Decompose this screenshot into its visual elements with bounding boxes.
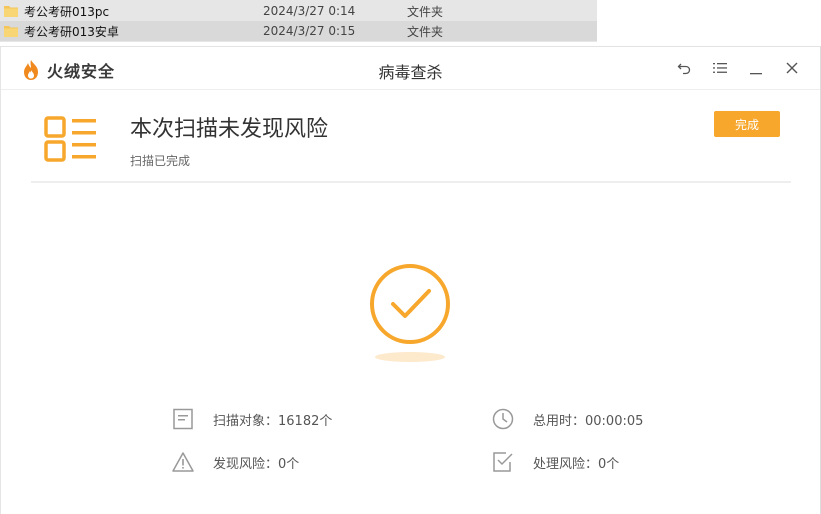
explorer-row[interactable]: 考公考研013安卓 2024/3/27 0:15 文件夹 bbox=[0, 21, 597, 41]
menu-button[interactable] bbox=[710, 58, 730, 78]
risks-handled-text: 处理风险：0个 bbox=[533, 456, 620, 472]
stat-risks-handled: 处理风险：0个 bbox=[492, 451, 619, 473]
explorer-file-name: 考公考研013pc bbox=[24, 4, 110, 19]
clock-icon bbox=[492, 408, 514, 430]
divider bbox=[31, 181, 791, 183]
menu-icon bbox=[713, 63, 727, 73]
folder-icon bbox=[4, 26, 18, 37]
explorer-file-date: 2024/3/27 0:14 bbox=[263, 4, 356, 18]
warning-icon bbox=[172, 452, 194, 472]
explorer-file-type: 文件夹 bbox=[407, 24, 444, 39]
stat-scan-objects: 扫描对象：16182个 bbox=[172, 408, 332, 430]
minimize-icon bbox=[750, 73, 762, 75]
total-time-text: 总用时：00:00:05 bbox=[533, 413, 644, 429]
back-icon bbox=[677, 63, 691, 75]
close-icon bbox=[786, 62, 798, 74]
result-subtitle: 扫描已完成 bbox=[130, 154, 191, 168]
explorer-file-name: 考公考研013安卓 bbox=[24, 24, 119, 39]
document-icon bbox=[173, 408, 193, 430]
title-bar[interactable]: 火绒安全 病毒查杀 bbox=[1, 47, 820, 90]
folder-icon bbox=[4, 6, 18, 17]
close-button[interactable] bbox=[782, 58, 802, 78]
stat-total-time: 总用时：00:00:05 bbox=[492, 408, 643, 430]
explorer-row[interactable]: 考公考研013pc 2024/3/27 0:14 文件夹 bbox=[0, 1, 597, 21]
result-title: 本次扫描未发现风险 bbox=[130, 117, 329, 142]
scan-objects-text: 扫描对象：16182个 bbox=[213, 413, 333, 429]
file-explorer-background: 考公考研013pc 2024/3/27 0:14 文件夹 考公考研013安卓 2… bbox=[0, 0, 597, 42]
back-button[interactable] bbox=[674, 58, 694, 78]
window-title: 病毒查杀 bbox=[378, 63, 443, 82]
risks-found-text: 发现风险：0个 bbox=[213, 456, 300, 472]
done-button[interactable]: 完成 bbox=[714, 111, 780, 137]
stat-risks-found: 发现风险：0个 bbox=[172, 451, 299, 473]
minimize-button[interactable] bbox=[746, 58, 766, 78]
explorer-file-type: 文件夹 bbox=[407, 4, 444, 19]
scan-report-icon bbox=[44, 116, 96, 162]
success-check-icon bbox=[370, 264, 450, 344]
explorer-file-date: 2024/3/27 0:15 bbox=[263, 24, 356, 38]
app-window: 火绒安全 病毒查杀 本次扫描未发现风险 扫描已完成 完成 扫描对象：16182个… bbox=[0, 46, 821, 514]
checkbox-icon bbox=[493, 452, 513, 472]
